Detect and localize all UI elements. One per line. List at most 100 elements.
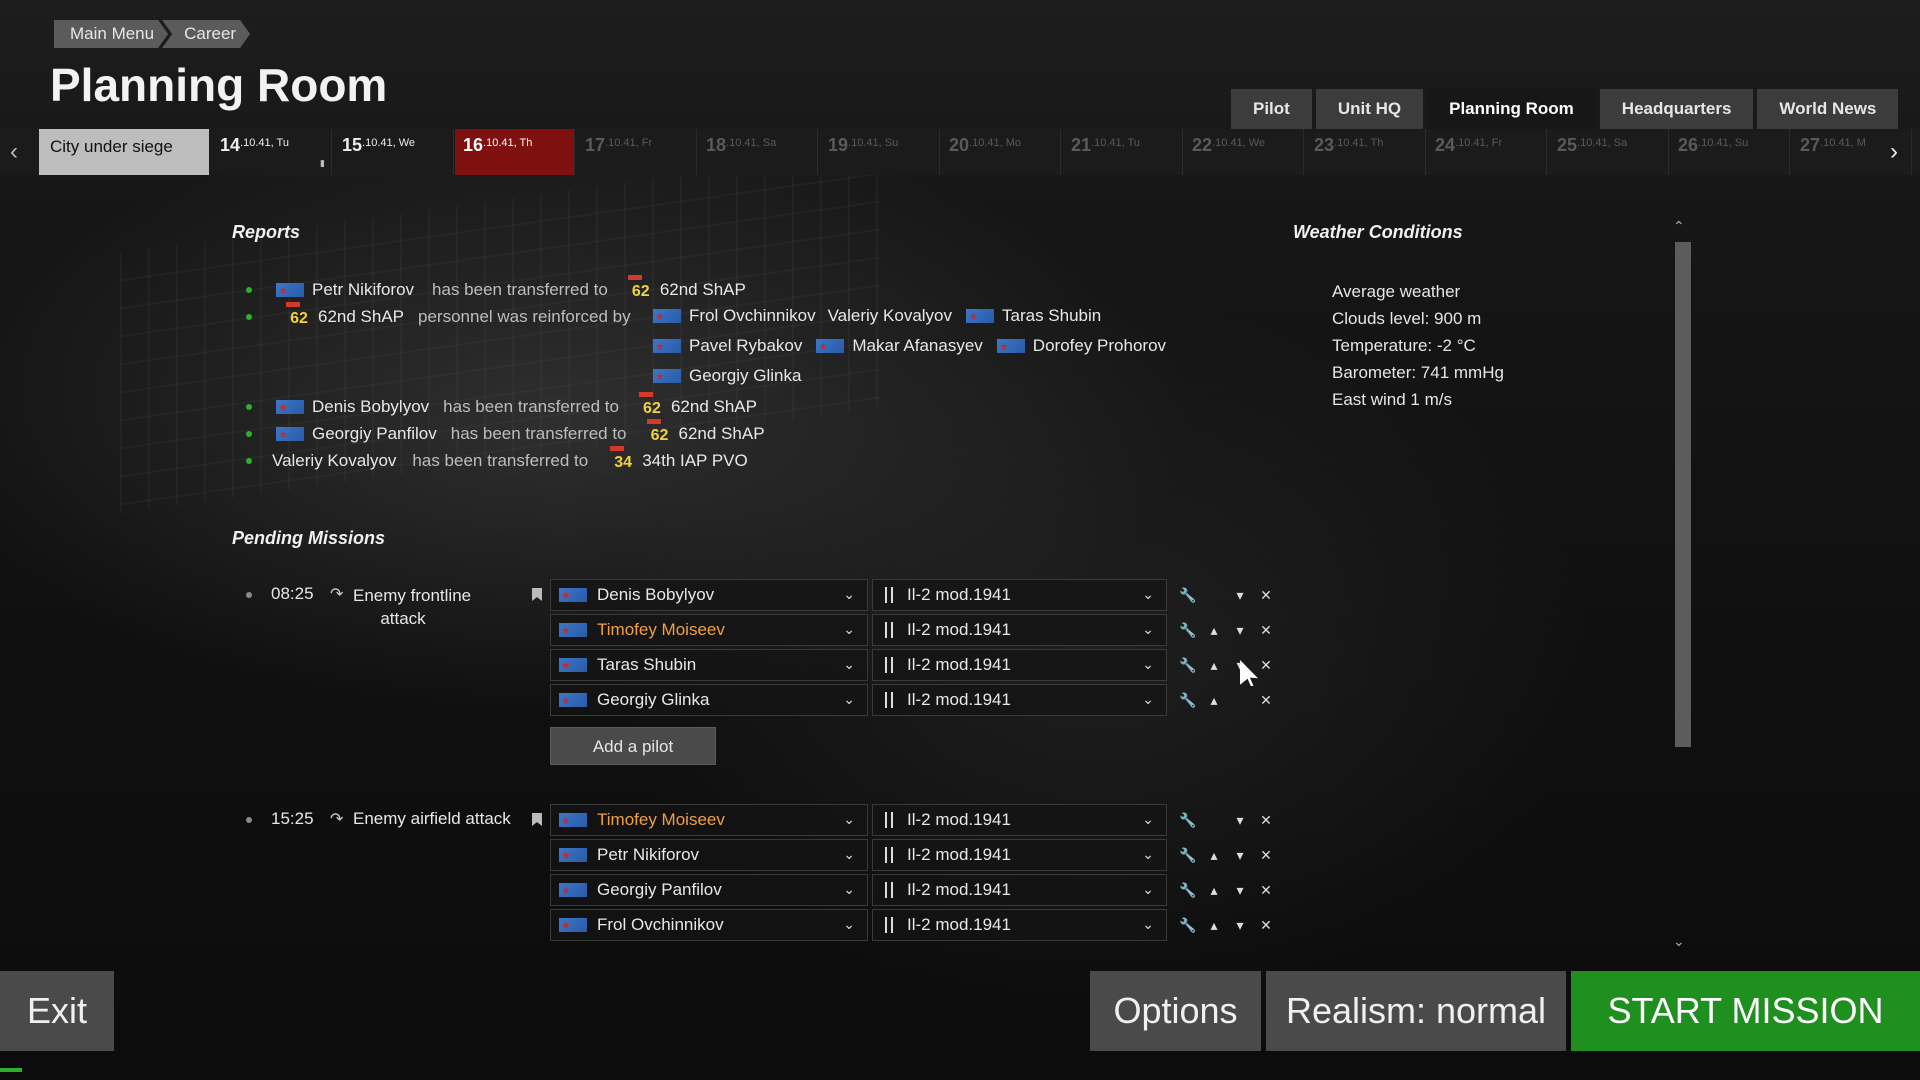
move-up-icon[interactable]: ▴ [1201,657,1227,674]
move-down-icon[interactable]: ▾ [1227,847,1253,864]
aircraft-select[interactable]: Il-2 mod.1941 ⌄ [872,839,1167,871]
move-down-icon[interactable]: ▾ [1227,882,1253,899]
mission-name[interactable]: Enemy frontline attack [353,584,471,630]
scroll-up-icon[interactable]: ⌃ [1673,218,1685,235]
chevron-down-icon: ⌄ [1142,916,1154,932]
ussr-flag-icon [559,813,587,827]
move-down-icon[interactable]: ▾ [1227,587,1253,604]
wrench-icon[interactable]: 🔧 [1175,882,1201,899]
pilot-select[interactable]: Georgiy Glinka ⌄ [550,684,868,716]
add-pilot-button[interactable]: Add a pilot [550,727,716,765]
scrollbar-thumb[interactable] [1675,242,1691,747]
campaign-chapter[interactable]: City under siege [39,129,209,175]
pilot-select[interactable]: Taras Shubin ⌄ [550,649,868,681]
tab-headquarters[interactable]: Headquarters [1599,89,1754,129]
aircraft-select[interactable]: Il-2 mod.1941 ⌄ [872,909,1167,941]
aircraft-select[interactable]: Il-2 mod.1941 ⌄ [872,579,1167,611]
close-icon[interactable]: ✕ [1253,882,1279,899]
pilot-select[interactable]: Frol Ovchinnikov ⌄ [550,909,868,941]
move-up-icon[interactable]: ▴ [1201,692,1227,709]
chevron-down-icon: ⌄ [843,881,855,897]
timeline-day[interactable]: 18.10.41, Sa [698,129,818,175]
timeline-next-icon[interactable]: › [1890,138,1910,166]
wrench-icon[interactable]: 🔧 [1175,692,1201,709]
aircraft-select[interactable]: Il-2 mod.1941 ⌄ [872,614,1167,646]
move-down-icon[interactable]: ▾ [1227,917,1253,934]
close-icon[interactable]: ✕ [1253,692,1279,709]
wrench-icon[interactable]: 🔧 [1175,587,1201,604]
flight-row: Petr Nikiforov ⌄ Il-2 mod.1941 ⌄ 🔧 ▴ ▾ ✕ [550,839,1279,871]
exit-button[interactable]: Exit [0,971,114,1051]
scroll-down-icon[interactable]: ⌄ [1673,933,1685,950]
wrench-icon[interactable]: 🔧 [1175,622,1201,639]
ussr-flag-icon [559,658,587,672]
wrench-icon[interactable]: 🔧 [1175,812,1201,829]
pilot-select[interactable]: Timofey Moiseev ⌄ [550,804,868,836]
mission-roster: Denis Bobylyov ⌄ Il-2 mod.1941 ⌄ 🔧 ▾ ✕ Tim… [550,579,1279,716]
unit-badge-icon: 62 [638,392,663,418]
close-icon[interactable]: ✕ [1253,622,1279,639]
aircraft-select[interactable]: Il-2 mod.1941 ⌄ [872,874,1167,906]
close-icon[interactable]: ✕ [1253,812,1279,829]
pilot-select[interactable]: Timofey Moiseev ⌄ [550,614,868,646]
timeline-day[interactable]: 15.10.41, We [334,129,454,175]
mission-roster: Timofey Moiseev ⌄ Il-2 mod.1941 ⌄ 🔧 ▾ ✕ Pe… [550,804,1279,941]
aircraft-select[interactable]: Il-2 mod.1941 ⌄ [872,684,1167,716]
pilot-select[interactable]: Georgiy Panfilov ⌄ [550,874,868,906]
chevron-down-icon: ⌄ [843,691,855,707]
wrench-icon[interactable]: 🔧 [1175,917,1201,934]
realism-button[interactable]: Realism: normal [1266,971,1566,1051]
chevron-down-icon: ⌄ [843,916,855,932]
move-down-icon[interactable]: ▾ [1227,812,1253,829]
report-pilot: Frol Ovchinnikov [689,306,816,325]
pilot-select[interactable]: Petr Nikiforov ⌄ [550,839,868,871]
report-pilot: Petr Nikiforov [312,280,415,299]
tab-pilot[interactable]: Pilot [1231,89,1312,129]
report-verb: has been transferred to [412,451,589,470]
move-down-icon[interactable]: ▾ [1227,622,1253,639]
timeline-day[interactable]: 19.10.41, Su [820,129,940,175]
tab-unit-hq[interactable]: Unit HQ [1315,89,1424,129]
timeline-day[interactable]: 26.10.41, Su [1670,129,1790,175]
move-up-icon[interactable]: ▴ [1201,847,1227,864]
close-icon[interactable]: ✕ [1253,657,1279,674]
aircraft-select[interactable]: Il-2 mod.1941 ⌄ [872,649,1167,681]
timeline-day[interactable]: 17.10.41, Fr [577,129,697,175]
close-icon[interactable]: ✕ [1253,587,1279,604]
ussr-flag-icon [559,623,587,637]
tab-world-news[interactable]: World News [1757,89,1899,129]
breadcrumb-main-menu[interactable]: Main Menu [54,20,168,48]
chevron-down-icon: ⌄ [843,811,855,827]
mission-time: 08:25 [271,584,314,603]
mission-name[interactable]: Enemy airfield attack [353,809,511,829]
start-mission-button[interactable]: START MISSION [1571,971,1920,1051]
tab-planning-room[interactable]: Planning Room [1427,89,1596,129]
timeline-day[interactable]: 21.10.41, Tu [1063,129,1183,175]
timeline-day[interactable]: 22.10.41, We [1184,129,1304,175]
wrench-icon[interactable]: 🔧 [1175,847,1201,864]
timeline-day[interactable]: 16.10.41, Th [455,129,575,175]
timeline-day[interactable]: 20.10.41, Mo [941,129,1061,175]
breadcrumb-career[interactable]: Career [162,20,250,48]
timeline-day[interactable]: 14.10.41, Tu ▮ [212,129,332,175]
wrench-icon[interactable]: 🔧 [1175,657,1201,674]
ussr-flag-icon [996,339,1025,353]
timeline-day[interactable]: 25.10.41, Sa [1549,129,1669,175]
options-button[interactable]: Options [1090,971,1261,1051]
report-pilot: Dorofey Prohorov [1032,336,1167,355]
close-icon[interactable]: ✕ [1253,847,1279,864]
timeline-day[interactable]: 23.10.41, Th [1306,129,1426,175]
aircraft-select[interactable]: Il-2 mod.1941 ⌄ [872,804,1167,836]
move-up-icon[interactable]: ▴ [1201,622,1227,639]
report-pilot: Valeriy Kovalyov [827,306,953,325]
move-up-icon[interactable]: ▴ [1201,917,1227,934]
report-bullet [246,404,252,410]
timeline-prev-icon[interactable]: ‹ [10,138,30,166]
flight-row: Georgiy Glinka ⌄ Il-2 mod.1941 ⌄ 🔧 ▴ ✕ [550,684,1279,716]
timeline-day[interactable]: 24.10.41, Fr [1427,129,1547,175]
pending-missions-title: Pending Missions [232,528,386,548]
move-up-icon[interactable]: ▴ [1201,882,1227,899]
mission-bullet [246,817,252,823]
close-icon[interactable]: ✕ [1253,917,1279,934]
pilot-select[interactable]: Denis Bobylyov ⌄ [550,579,868,611]
